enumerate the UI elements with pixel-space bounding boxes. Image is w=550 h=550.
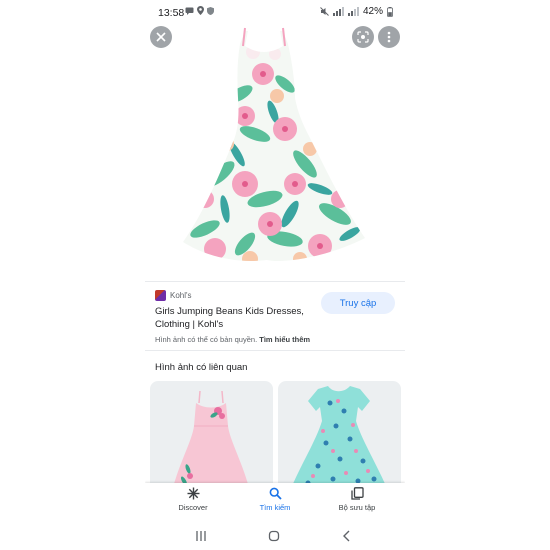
divider xyxy=(145,281,405,282)
related-image-pink-dress[interactable] xyxy=(150,381,273,491)
result-title[interactable]: Girls Jumping Beans Kids Dresses, Clothi… xyxy=(155,305,315,331)
status-bar: 13:58 42% xyxy=(145,0,405,24)
copyright-notice: Hình ảnh có thể có bản quyền. Tìm hiểu t… xyxy=(155,335,310,344)
nav-collections[interactable]: Bộ sưu tập xyxy=(317,487,397,512)
phone-screen: 13:58 42% Kohl's Girls Jumping Beans Kid… xyxy=(145,0,405,550)
signal-4g-icon xyxy=(332,7,344,16)
message-icon xyxy=(185,7,194,15)
more-options-button[interactable] xyxy=(378,26,400,48)
learn-more-link[interactable]: Tìm hiểu thêm xyxy=(259,335,310,344)
collections-icon xyxy=(350,487,364,500)
location-icon xyxy=(197,6,204,15)
status-time: 13:58 xyxy=(158,7,185,19)
shield-icon xyxy=(207,6,214,15)
source-name: Kohl's xyxy=(170,291,192,300)
kohls-favicon-icon xyxy=(155,290,166,301)
related-image-mint-dress[interactable] xyxy=(278,381,401,491)
nav-search[interactable]: Tìm kiếm xyxy=(235,487,315,512)
result-image[interactable] xyxy=(145,24,405,280)
recent-apps-icon[interactable] xyxy=(195,530,207,542)
search-icon xyxy=(269,487,282,500)
status-system-icons: 42% xyxy=(320,6,393,17)
more-vert-icon xyxy=(387,31,391,43)
source-row[interactable]: Kohl's xyxy=(155,290,192,301)
battery-icon xyxy=(387,6,393,17)
visit-button[interactable]: Truy cập xyxy=(321,292,395,314)
home-icon[interactable] xyxy=(268,530,280,542)
floral-dress-image xyxy=(183,27,365,262)
related-heading: Hình ảnh có liên quan xyxy=(155,362,248,373)
back-icon[interactable] xyxy=(341,530,353,542)
battery-percent: 42% xyxy=(362,6,383,17)
asterisk-icon xyxy=(187,487,199,500)
lens-icon xyxy=(357,31,369,43)
close-button[interactable] xyxy=(150,26,172,48)
mute-icon xyxy=(320,7,329,16)
system-navigation-bar xyxy=(145,523,405,550)
nav-search-label: Tìm kiếm xyxy=(259,503,291,512)
nav-discover-label: Discover xyxy=(178,503,208,512)
close-icon xyxy=(156,32,166,42)
signal-icon xyxy=(347,7,359,16)
lens-button[interactable] xyxy=(352,26,374,48)
copyright-text: Hình ảnh có thể có bản quyền. xyxy=(155,335,258,344)
nav-discover[interactable]: Discover xyxy=(153,487,233,512)
divider xyxy=(145,350,405,351)
nav-collections-label: Bộ sưu tập xyxy=(338,503,376,512)
mint-dress-image xyxy=(290,386,388,491)
status-notification-icons xyxy=(185,6,214,15)
pink-dress-image xyxy=(172,390,250,491)
bottom-navigation: Discover Tìm kiếm Bộ sưu tập xyxy=(145,483,405,523)
